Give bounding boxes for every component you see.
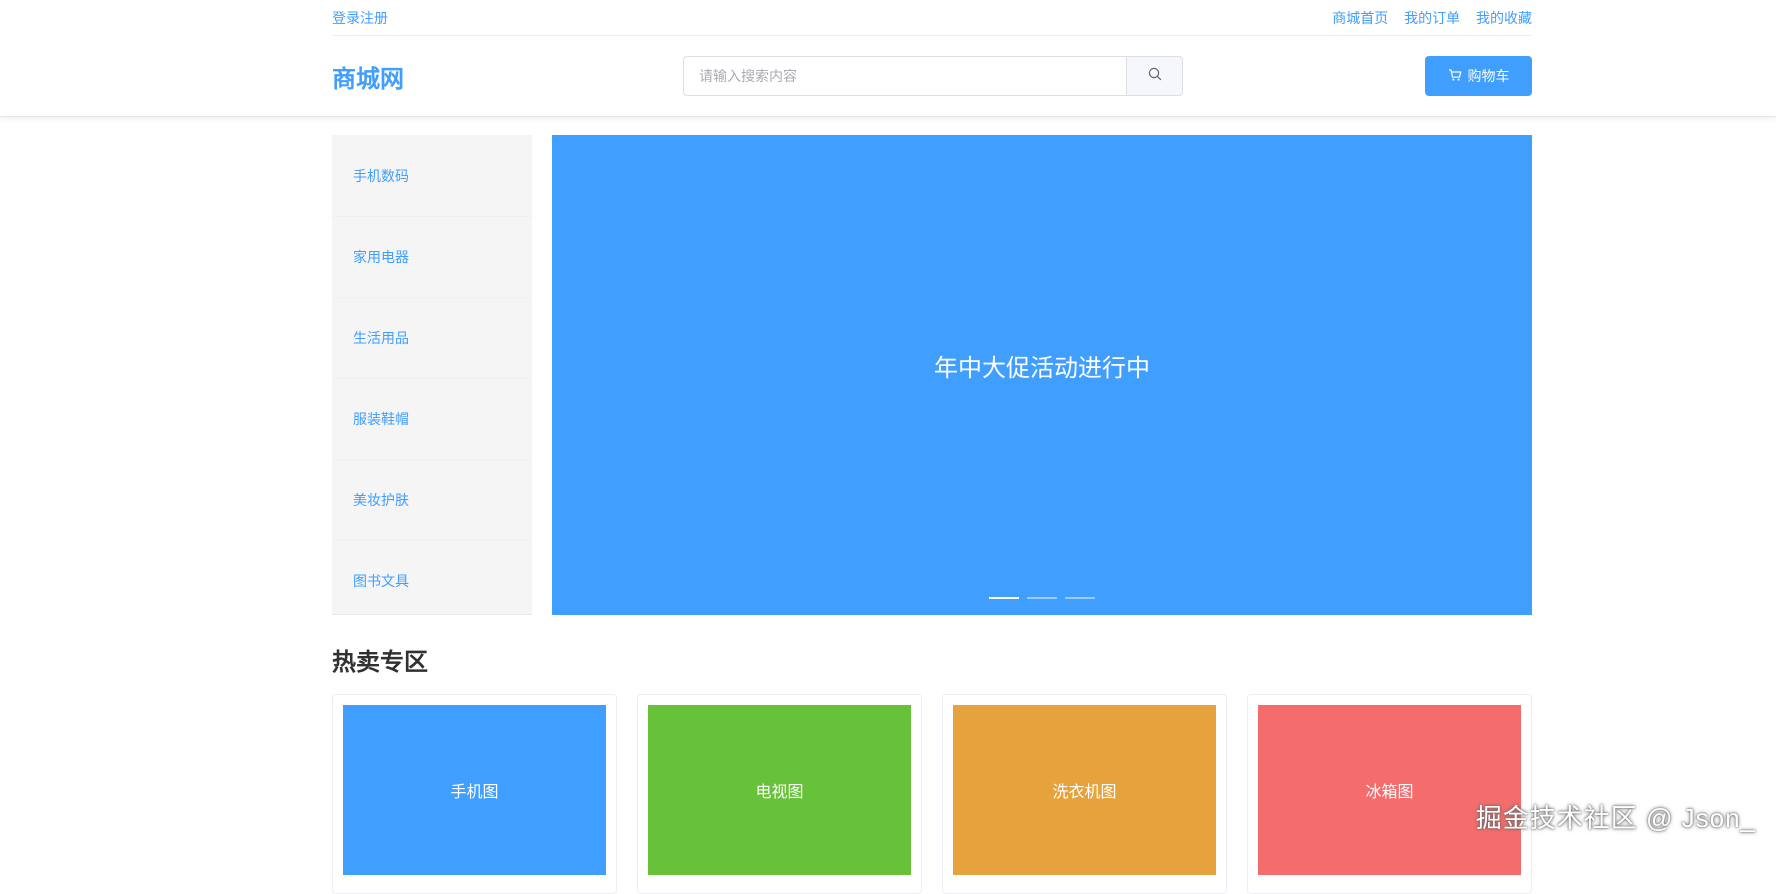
carousel-indicators — [552, 597, 1532, 599]
header-wrapper: 商城网 购物车 — [0, 36, 1776, 117]
promo-carousel[interactable]: 年中大促活动进行中 — [552, 135, 1532, 615]
banner-text: 年中大促活动进行中 — [934, 354, 1150, 382]
watermark: 掘金技术社区 @ Json_ — [1475, 803, 1756, 833]
cart-icon — [1448, 68, 1462, 85]
header: 商城网 购物车 — [332, 36, 1532, 116]
hot-section-title: 热卖专区 — [332, 649, 428, 676]
search-icon — [1148, 67, 1162, 86]
carousel-indicator[interactable] — [989, 597, 1019, 599]
search-button[interactable] — [1126, 56, 1183, 96]
category-item-daily[interactable]: 生活用品 — [332, 297, 532, 378]
category-item-books[interactable]: 图书文具 — [332, 540, 532, 621]
my-favorites-link[interactable]: 我的收藏 — [1476, 10, 1532, 26]
product-grid: 手机图 电视图 洗衣机图 冰箱图 — [332, 694, 1532, 894]
category-item-digital[interactable]: 手机数码 — [332, 135, 532, 216]
top-bar: 登录注册 商城首页 我的订单 我的收藏 — [332, 0, 1532, 36]
top-nav: 登录注册 商城首页 我的订单 我的收藏 — [332, 0, 1532, 36]
product-image-tv: 电视图 — [648, 705, 911, 875]
main-section: 手机数码 家用电器 生活用品 服装鞋帽 美妆护肤 图书文具 年中大促活动进行中 — [332, 135, 1532, 635]
cart-label: 购物车 — [1467, 68, 1510, 84]
product-image-washer: 洗衣机图 — [953, 705, 1216, 875]
search-box — [683, 56, 1183, 96]
product-card-washer[interactable]: 洗衣机图 — [942, 694, 1227, 894]
product-image-phone: 手机图 — [343, 705, 606, 875]
site-logo[interactable]: 商城网 — [332, 59, 682, 94]
cart-button[interactable]: 购物车 — [1425, 56, 1532, 96]
category-item-appliances[interactable]: 家用电器 — [332, 216, 532, 297]
product-image-fridge: 冰箱图 — [1258, 705, 1521, 875]
search-input[interactable] — [683, 56, 1126, 96]
my-orders-link[interactable]: 我的订单 — [1404, 10, 1460, 26]
login-register-link[interactable]: 登录注册 — [332, 8, 388, 28]
product-card-tv[interactable]: 电视图 — [637, 694, 922, 894]
carousel-indicator[interactable] — [1027, 597, 1057, 599]
product-card-phone[interactable]: 手机图 — [332, 694, 617, 894]
product-card-fridge[interactable]: 冰箱图 — [1247, 694, 1532, 894]
carousel-indicator[interactable] — [1065, 597, 1095, 599]
top-right-links: 商城首页 我的订单 我的收藏 — [1320, 8, 1532, 28]
category-item-apparel[interactable]: 服装鞋帽 — [332, 378, 532, 459]
category-item-beauty[interactable]: 美妆护肤 — [332, 459, 532, 540]
category-menu: 手机数码 家用电器 生活用品 服装鞋帽 美妆护肤 图书文具 — [332, 135, 532, 615]
home-link[interactable]: 商城首页 — [1332, 10, 1388, 26]
